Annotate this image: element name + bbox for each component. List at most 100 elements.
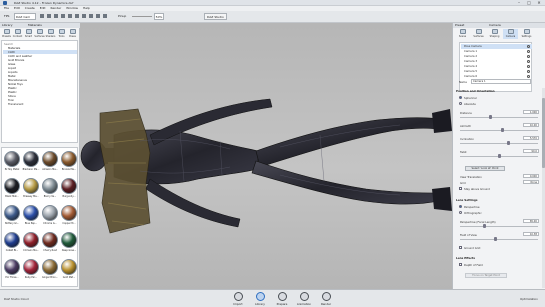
material-thumbnail[interactable]: Cherry Rust [41, 231, 59, 253]
material-label: Cherry Rust [43, 249, 57, 252]
tab-prepare-label: Prepare [276, 302, 288, 306]
section-position[interactable]: Position and Orientation [456, 89, 541, 93]
depth-of-field-label: Depth of Field [464, 263, 483, 267]
cloud-label[interactable]: DAZ Studio Cloud [4, 297, 29, 301]
grid-select[interactable]: None [523, 180, 539, 184]
material-label: Amazon Ma... [42, 168, 58, 171]
slider-knob[interactable] [497, 154, 501, 158]
tab-surfaces[interactable]: Surfaces [34, 29, 45, 39]
tab-animation[interactable]: Animation [293, 292, 315, 306]
scene-tab[interactable]: DAZ Studio [204, 13, 227, 20]
materials-tab-label[interactable]: Materials [28, 23, 42, 28]
parameter-slider[interactable] [460, 128, 538, 132]
material-thumbnail[interactable]: Amazon Ma... [41, 150, 59, 172]
tab-library[interactable]: Library [249, 292, 271, 306]
parameter-slider[interactable] [460, 224, 538, 228]
material-thumbnail[interactable]: Gold Met... [60, 258, 77, 280]
toolbar-tools[interactable] [40, 14, 110, 19]
material-thumbnail[interactable]: Pz Sky Metal [3, 150, 21, 172]
zoom-slider[interactable] [132, 16, 152, 17]
3d-viewport[interactable] [80, 23, 452, 289]
view-translation-value[interactable]: 0.000 [523, 174, 539, 178]
library-header: Library Materials [0, 23, 80, 28]
optimization-label[interactable]: Optimization [520, 297, 538, 301]
material-thumbnail[interactable]: Bottery Gl... [3, 204, 21, 226]
parameter-value[interactable]: 10.38 [523, 232, 539, 236]
visibility-icon[interactable] [527, 60, 530, 63]
tree-item[interactable]: Translucent [8, 102, 23, 106]
tab-import[interactable]: Import [227, 292, 249, 306]
section-lens-effects[interactable]: Lens Effects [456, 256, 541, 260]
visibility-icon[interactable] [527, 50, 530, 53]
material-thumbnail[interactable]: Cobalt Bl... [3, 231, 21, 253]
material-thumbnail[interactable]: Blurry Va... [41, 177, 59, 199]
tab-surfaces-right[interactable]: Surfaces [471, 29, 486, 39]
figure-arm-lower [145, 178, 241, 228]
visibility-icon[interactable] [527, 55, 530, 58]
tab-shaders[interactable]: Shaders [45, 29, 56, 39]
material-thumbnail[interactable]: Bronze Ma... [60, 150, 77, 172]
camera-name-field[interactable]: Camera 1 [471, 79, 531, 84]
material-label: Chrome G... [43, 222, 57, 225]
material-thumbnail[interactable]: Chrome G... [41, 204, 59, 226]
parameter-value[interactable]: 5.570 [523, 136, 539, 140]
depth-of-field-checkbox[interactable] [459, 263, 462, 266]
material-thumbnail[interactable]: Blue Pap... [22, 204, 40, 226]
parameter-slider[interactable] [460, 154, 538, 158]
visibility-icon[interactable] [527, 65, 530, 68]
tab-render[interactable]: Render [315, 292, 337, 306]
parameter-value[interactable]: 10.00 [523, 123, 539, 127]
visibility-icon[interactable] [527, 75, 530, 78]
material-thumbnail[interactable]: Pro Three... [3, 258, 21, 280]
material-thumbnail[interactable]: Black Mat... [3, 177, 21, 199]
material-label: Brassey Ma... [23, 195, 39, 198]
shaders-icon [47, 29, 54, 34]
material-thumbnail[interactable]: Copper M... [60, 204, 77, 226]
parameter-slider[interactable] [460, 141, 538, 145]
ground-grid-checkbox[interactable] [459, 246, 462, 249]
select-look-at-button[interactable]: Select 'Look at' Point [465, 166, 505, 171]
material-thumbnail[interactable]: Burgundy... [60, 177, 77, 199]
radio-absolute[interactable] [459, 102, 462, 105]
focus-target-button[interactable]: Focus on Target Point [465, 273, 507, 278]
tab-shaping[interactable]: Shaping [487, 29, 502, 39]
radio-orthographic[interactable] [459, 211, 462, 214]
slider-knob[interactable] [506, 141, 510, 145]
tab-content[interactable]: Content [12, 29, 23, 39]
tab-presets[interactable]: Presets [1, 29, 12, 39]
parameter-slider[interactable] [460, 115, 538, 119]
parameter-value[interactable]: 65.00 [523, 219, 539, 223]
tab-camera[interactable]: Camera [503, 29, 518, 39]
parameter-value[interactable]: 1.000 [523, 110, 539, 114]
material-thumbnail[interactable]: Blackenn Ma... [22, 150, 40, 172]
material-thumbnail[interactable]: Brassey Ma... [22, 177, 40, 199]
material-thumbnail[interactable]: Deep Gree... [60, 231, 77, 253]
parameter-slider[interactable] [460, 237, 538, 241]
material-thumbnails: Pz Sky Metal Blackenn Ma... Amazon Ma... Br… [1, 147, 78, 287]
tab-poses[interactable]: Poses [67, 29, 78, 39]
stay-above-ground-checkbox[interactable] [459, 187, 462, 190]
tab-scene[interactable]: Scene [455, 29, 470, 39]
material-thumbnail[interactable]: Crimson Ma... [22, 231, 40, 253]
camera-select[interactable]: DAZ Cam [14, 13, 36, 20]
tab-smart[interactable]: Smart [23, 29, 34, 39]
material-thumbnail[interactable]: Ruby Per... [22, 258, 40, 280]
slider-knob[interactable] [482, 224, 486, 228]
tab-prepare[interactable]: Prepare [271, 292, 293, 306]
material-thumbnail[interactable]: Ginger Bron... [41, 258, 59, 280]
section-lens[interactable]: Lens Settings [456, 198, 541, 202]
tab-tools[interactable]: Tools [56, 29, 67, 39]
material-swatch [4, 205, 20, 221]
visibility-icon[interactable] [527, 45, 530, 48]
slider-knob[interactable] [501, 128, 505, 132]
radio-spherical[interactable] [459, 96, 462, 99]
slider-knob[interactable] [493, 237, 497, 241]
radio-perspective[interactable] [459, 205, 462, 208]
material-swatch [23, 232, 39, 248]
slider-knob[interactable] [488, 115, 492, 119]
tab-settings[interactable]: Settings [519, 29, 534, 39]
right-panel-header: Preset Camera [453, 23, 545, 28]
zoom-value[interactable]: 50% [154, 13, 164, 20]
visibility-icon[interactable] [527, 70, 530, 73]
parameter-value[interactable]: 90.0 [523, 149, 539, 153]
